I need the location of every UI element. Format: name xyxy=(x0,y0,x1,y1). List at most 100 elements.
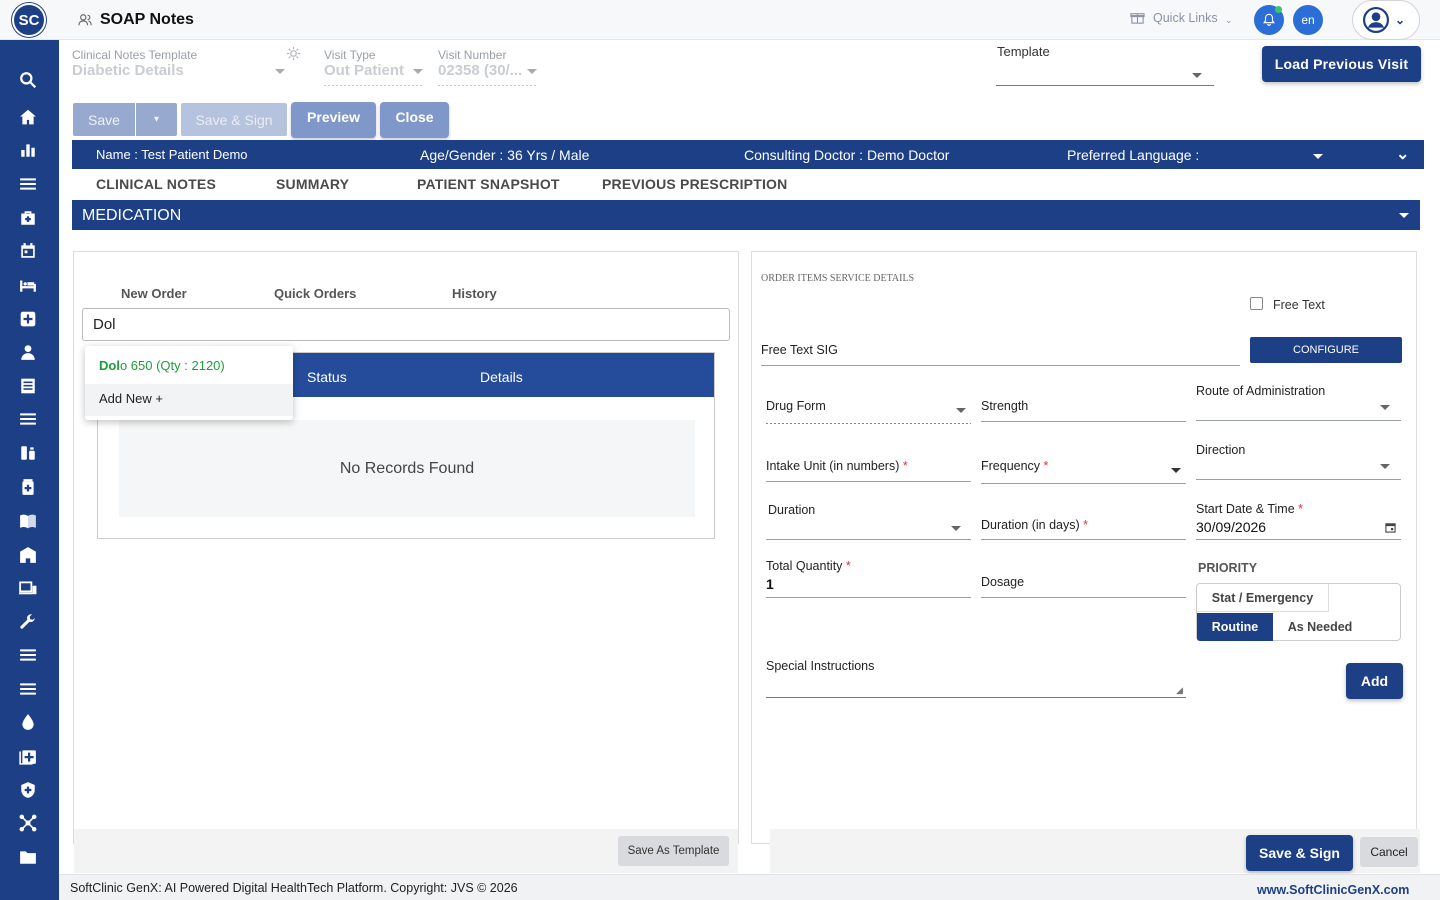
close-button[interactable]: Close xyxy=(380,102,449,138)
doctor-value: Demo Doctor xyxy=(866,147,950,163)
settings-icon[interactable] xyxy=(286,46,301,61)
search-value: Dol xyxy=(93,316,116,333)
free-text-sig-input[interactable] xyxy=(761,365,1240,366)
language-button[interactable]: en xyxy=(1293,5,1323,35)
template-select[interactable] xyxy=(996,60,1214,86)
direction-select[interactable] xyxy=(1196,479,1401,480)
add-new-label: Add New + xyxy=(99,391,163,406)
quick-links[interactable]: Quick Links xyxy=(1153,11,1218,25)
duration-select[interactable] xyxy=(766,539,971,540)
free-text-sig-label: Free Text SIG xyxy=(761,343,838,357)
user-menu[interactable]: ⌄ xyxy=(1352,0,1420,40)
special-instructions-textarea[interactable] xyxy=(766,676,1186,698)
network-icon[interactable] xyxy=(17,812,39,834)
priority-stat-emergency[interactable]: Stat / Emergency xyxy=(1197,584,1329,612)
language-dropdown-icon[interactable] xyxy=(1313,154,1323,159)
person-icon[interactable] xyxy=(17,341,39,363)
shield-icon[interactable] xyxy=(17,779,39,801)
clinical-template-select[interactable]: Diabetic Details xyxy=(72,62,184,79)
wrench-icon[interactable] xyxy=(17,611,39,633)
search-icon[interactable] xyxy=(17,69,39,91)
tab-clinical-notes[interactable]: CLINICAL NOTES xyxy=(96,176,216,192)
medication-section-header[interactable]: MEDICATION xyxy=(72,200,1420,230)
menu-icon[interactable] xyxy=(17,678,39,700)
book-icon[interactable] xyxy=(17,510,39,532)
add-box-icon[interactable] xyxy=(17,745,39,767)
tab-patient-snapshot[interactable]: PATIENT SNAPSHOT xyxy=(417,176,560,192)
save-as-template-button[interactable]: Save As Template xyxy=(618,836,729,866)
intake-unit-input[interactable] xyxy=(766,481,971,482)
document-list-icon[interactable] xyxy=(17,375,39,397)
strength-input[interactable] xyxy=(981,421,1186,422)
priority-as-needed[interactable]: As Needed xyxy=(1273,613,1367,641)
frequency-select[interactable] xyxy=(981,483,1186,484)
sidebar xyxy=(0,40,59,900)
match-highlight: Dol xyxy=(99,358,120,373)
total-quantity-text: Total Quantity xyxy=(766,559,843,573)
calendar-icon[interactable] xyxy=(17,240,39,262)
home-icon[interactable] xyxy=(17,106,39,128)
language-label: en xyxy=(1301,13,1315,27)
cancel-button[interactable]: Cancel xyxy=(1360,837,1418,867)
app-logo[interactable]: SC xyxy=(12,3,46,37)
dosage-input[interactable] xyxy=(981,597,1186,598)
configure-label: CONFIGURE xyxy=(1293,344,1359,356)
route-select[interactable] xyxy=(1196,420,1401,421)
pharmacy-icon[interactable] xyxy=(17,442,39,464)
medical-plus-icon[interactable] xyxy=(17,308,39,330)
free-text-label: Free Text xyxy=(1273,298,1325,312)
subtab-history[interactable]: History xyxy=(452,286,497,301)
tab-previous-prescription[interactable]: PREVIOUS PRESCRIPTION xyxy=(602,176,787,192)
duration-days-input[interactable] xyxy=(981,539,1186,540)
subtab-quick-orders[interactable]: Quick Orders xyxy=(274,286,356,301)
special-instructions-label: Special Instructions xyxy=(766,659,875,673)
add-label: Add xyxy=(1360,673,1389,689)
configure-button[interactable]: CONFIGURE xyxy=(1250,337,1402,363)
tab-summary[interactable]: SUMMARY xyxy=(276,176,349,192)
blood-drop-icon[interactable] xyxy=(17,711,39,733)
drug-form-select[interactable] xyxy=(766,423,971,424)
medical-bag-icon[interactable] xyxy=(17,207,39,229)
visit-type-select[interactable]: Out Patient xyxy=(324,62,404,79)
route-label: Route of Administration xyxy=(1196,384,1326,398)
resize-handle-icon[interactable]: ◢ xyxy=(1176,685,1183,696)
save-sign-button[interactable]: Save & Sign xyxy=(1246,835,1353,871)
list-icon[interactable] xyxy=(17,408,39,430)
website-link[interactable]: www.SoftClinicGenX.com xyxy=(1257,883,1409,897)
bed-icon[interactable] xyxy=(17,274,39,296)
bell-icon[interactable] xyxy=(1254,5,1284,35)
add-button[interactable]: Add xyxy=(1346,663,1403,699)
save-button[interactable]: Save xyxy=(73,103,135,136)
bar-chart-icon[interactable] xyxy=(17,139,39,161)
start-date-input[interactable] xyxy=(1196,539,1401,540)
free-text-checkbox[interactable] xyxy=(1250,297,1263,310)
add-new-option[interactable]: Add New + xyxy=(85,384,293,416)
preview-button[interactable]: Preview xyxy=(291,102,376,138)
frequency-text: Frequency xyxy=(981,459,1041,473)
gift-icon xyxy=(1130,10,1145,25)
expand-chevron-icon[interactable]: ⌄ xyxy=(1396,144,1409,164)
drug-search-input[interactable]: Dol xyxy=(82,308,730,341)
load-previous-visit-button[interactable]: Load Previous Visit xyxy=(1262,46,1421,82)
total-quantity-value[interactable]: 1 xyxy=(766,576,774,592)
medicine-box-icon[interactable] xyxy=(17,476,39,498)
required-marker: * xyxy=(1043,459,1049,473)
menu-icon[interactable] xyxy=(17,173,39,195)
preferred-language-label: Preferred Language : xyxy=(1067,147,1200,163)
hospital-icon[interactable] xyxy=(17,544,39,566)
priority-routine[interactable]: Routine xyxy=(1197,613,1273,641)
devices-icon[interactable] xyxy=(17,577,39,599)
menu-icon[interactable] xyxy=(17,644,39,666)
save-options-dropdown[interactable]: ▾ xyxy=(136,103,177,136)
visit-number-select[interactable]: 02358 (30/... xyxy=(438,62,522,79)
subtab-new-order[interactable]: New Order xyxy=(121,286,187,301)
autocomplete-option[interactable]: Dolo 650 (Qty : 2120) xyxy=(85,346,293,384)
folder-icon[interactable] xyxy=(17,846,39,868)
calendar-icon[interactable] xyxy=(1385,520,1396,533)
total-quantity-input[interactable] xyxy=(766,597,971,598)
chevron-down-icon xyxy=(527,69,537,74)
chevron-down-icon xyxy=(275,69,285,74)
start-date-value[interactable]: 30/09/2026 xyxy=(1196,519,1266,535)
agegender-value: 36 Yrs / Male xyxy=(507,147,590,163)
save-sign-top-button[interactable]: Save & Sign xyxy=(181,103,287,136)
